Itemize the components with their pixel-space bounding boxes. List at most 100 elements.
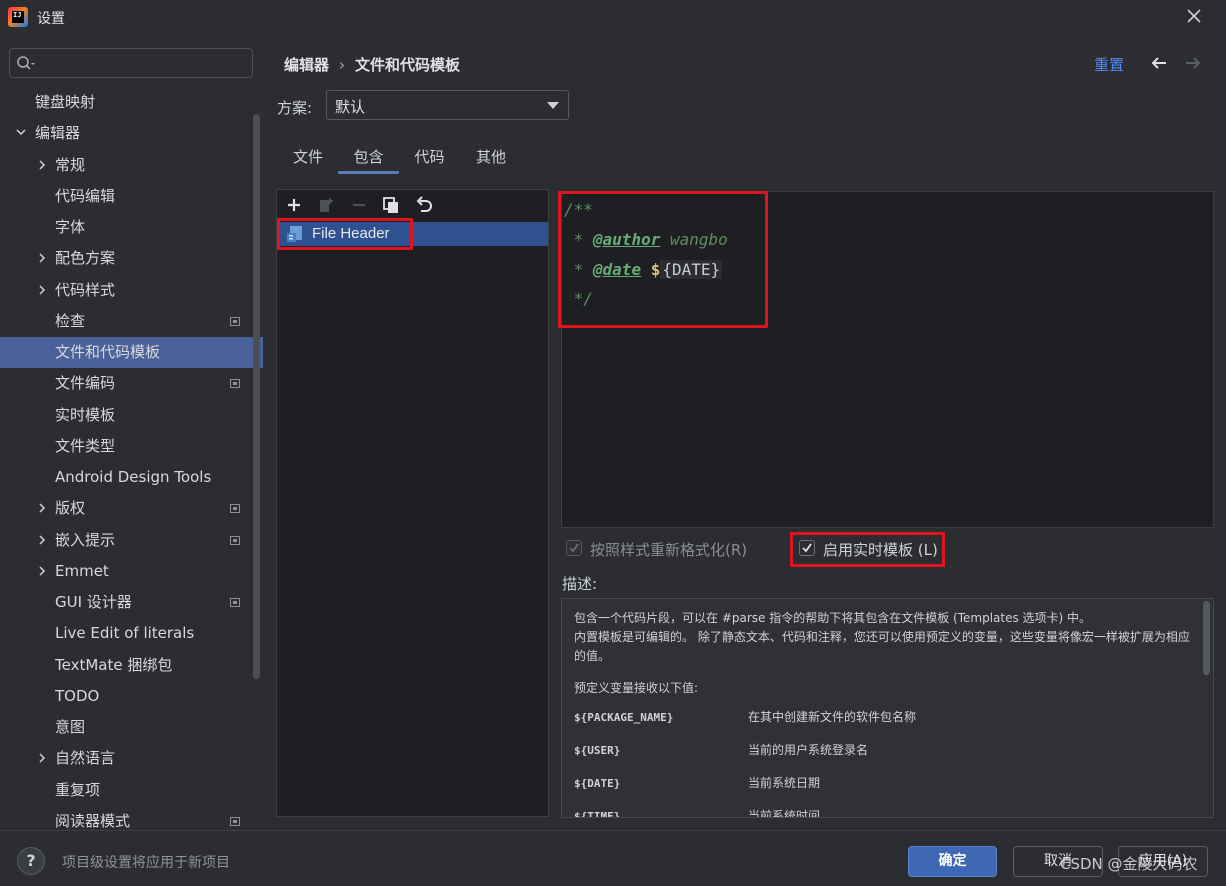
breadcrumb-separator: ›	[339, 56, 346, 74]
description-label: 描述:	[562, 575, 598, 593]
description-scrollbar[interactable]	[1203, 601, 1210, 675]
description-paragraph-3: 预定义变量接收以下值:	[574, 681, 699, 695]
checkmark-icon	[802, 543, 812, 553]
sidebar-item-file-code-templates[interactable]: 文件和代码模板	[0, 337, 263, 368]
scheme-label: 方案:	[277, 99, 313, 117]
variable-description: 在其中创建新文件的软件包名称	[748, 710, 917, 724]
ok-button[interactable]: 确定	[908, 846, 997, 877]
revert-icon[interactable]	[414, 195, 434, 215]
scheme-value: 默认	[335, 98, 366, 116]
sidebar-item-todo[interactable]: TODO	[0, 681, 250, 712]
reformat-checkbox	[566, 540, 582, 556]
sidebar-item-intentions[interactable]: 意图	[0, 712, 250, 743]
code-line-2: * @author wangbo	[564, 230, 728, 249]
copy-icon[interactable]	[381, 195, 401, 215]
scheme-dropdown[interactable]: 默认	[326, 90, 569, 120]
sidebar-item-live-edit-literals[interactable]: Live Edit of literals	[0, 618, 250, 649]
variable-name: ${USER}	[574, 744, 621, 757]
sidebar-item-general[interactable]: 常规	[0, 150, 250, 181]
variable-description: 当前的用户系统登录名	[748, 743, 869, 757]
sidebar-item-font[interactable]: 字体	[0, 212, 250, 243]
search-input[interactable]	[9, 48, 253, 78]
template-list-panel: File Header	[276, 189, 549, 817]
forward-arrow-icon[interactable]	[1183, 53, 1203, 73]
reformat-label: 按照样式重新格式化(R)	[590, 541, 748, 559]
breadcrumb-parent[interactable]: 编辑器	[284, 54, 329, 75]
tab-other[interactable]: 其他	[460, 142, 522, 174]
project-settings-icon	[230, 379, 240, 388]
breadcrumb-current: 文件和代码模板	[355, 56, 461, 74]
close-icon[interactable]	[1184, 6, 1204, 26]
sidebar-item-reader-mode[interactable]: 阅读器模式	[0, 806, 250, 830]
sidebar-item-inlay-hints[interactable]: 嵌入提示	[0, 525, 250, 556]
tab-includes[interactable]: 包含	[338, 142, 399, 174]
live-templates-label: 启用实时模板 (L)	[823, 541, 938, 559]
description-paragraph-1: 包含一个代码片段，可以在 #parse 指令的帮助下将其包含在文件模板 (Tem…	[574, 611, 1092, 625]
code-line-1: /**	[564, 200, 593, 219]
settings-sidebar: 键盘映射 编辑器 常规 代码编辑 字体 配色方案 代码样式 检查 文件和代码模板…	[0, 34, 263, 830]
variable-description: 当前系统日期	[748, 776, 821, 790]
sidebar-item-gui-designer[interactable]: GUI 设计器	[0, 587, 250, 618]
project-settings-icon	[230, 536, 240, 545]
sidebar-item-color-scheme[interactable]: 配色方案	[0, 243, 250, 274]
add-icon[interactable]	[284, 195, 304, 215]
project-settings-icon	[230, 317, 240, 326]
live-templates-option[interactable]: 启用实时模板 (L)	[799, 539, 949, 559]
description-paragraph-2: 内置模板是可编辑的。 除了静态文本、代码和注释，您还可以使用预定义的变量，这些变…	[574, 630, 1190, 663]
variable-name: ${TIME}	[574, 810, 621, 818]
list-item-file-header[interactable]: File Header	[277, 222, 548, 246]
chevron-right-icon[interactable]	[36, 150, 48, 181]
project-settings-icon	[230, 817, 240, 826]
variable-name: ${PACKAGE_NAME}	[574, 711, 674, 724]
chevron-right-icon[interactable]	[36, 243, 48, 274]
sidebar-item-code-style[interactable]: 代码样式	[0, 275, 250, 306]
chevron-right-icon[interactable]	[36, 525, 48, 556]
sidebar-item-duplicates[interactable]: 重复项	[0, 775, 250, 806]
reformat-option: 按照样式重新格式化(R)	[566, 539, 766, 559]
sidebar-item-keymap[interactable]: 键盘映射	[0, 87, 250, 118]
template-name: File Header	[312, 225, 390, 242]
checkmark-icon	[569, 543, 579, 553]
sidebar-item-android-design-tools[interactable]: Android Design Tools	[0, 462, 250, 493]
search-icon	[17, 56, 35, 70]
breadcrumb: 编辑器 › 文件和代码模板	[284, 54, 460, 75]
sidebar-item-editor[interactable]: 编辑器	[0, 118, 250, 149]
sidebar-item-file-types[interactable]: 文件类型	[0, 431, 250, 462]
back-arrow-icon[interactable]	[1149, 53, 1169, 73]
chevron-right-icon[interactable]	[36, 493, 48, 524]
chevron-right-icon[interactable]	[36, 556, 48, 587]
chevron-right-icon[interactable]	[36, 275, 48, 306]
remove-icon	[353, 203, 365, 207]
sidebar-item-copyright[interactable]: 版权	[0, 493, 250, 524]
live-templates-checkbox[interactable]	[799, 540, 815, 556]
settings-content: 编辑器 › 文件和代码模板 重置 方案: 默认 文件 包含 代码 其他 File…	[263, 34, 1226, 830]
project-settings-icon	[230, 504, 240, 513]
sidebar-item-inspections[interactable]: 检查	[0, 306, 250, 337]
variable-description: 当前系统时间	[748, 809, 821, 818]
add-child-icon	[320, 198, 333, 212]
description-panel[interactable]: 包含一个代码片段，可以在 #parse 指令的帮助下将其包含在文件模板 (Tem…	[561, 598, 1214, 818]
sidebar-scrollbar[interactable]	[253, 114, 260, 679]
sidebar-item-emmet[interactable]: Emmet	[0, 556, 250, 587]
dropdown-arrow-icon	[547, 102, 559, 109]
tab-files[interactable]: 文件	[280, 142, 336, 174]
sidebar-item-live-templates[interactable]: 实时模板	[0, 400, 250, 431]
intellij-logo-icon: IJ	[8, 7, 28, 27]
sidebar-item-file-encodings[interactable]: 文件编码	[0, 368, 250, 399]
dialog-footer: ? 项目级设置将应用于新项目 确定 取消 应用(A) CSDN @金陵大码农	[0, 830, 1226, 886]
help-button[interactable]: ?	[17, 847, 45, 875]
title-bar: IJ 设置	[0, 0, 1226, 34]
template-editor[interactable]: /** * @author wangbo * @date $ {DATE} */	[561, 191, 1214, 528]
variable-name: ${DATE}	[574, 777, 621, 790]
code-line-3: * @date $ {DATE}	[564, 260, 723, 279]
list-toolbar	[277, 190, 548, 220]
reset-link[interactable]: 重置	[1094, 54, 1124, 75]
footer-note: 项目级设置将应用于新项目	[62, 855, 230, 871]
file-template-icon	[287, 226, 302, 242]
chevron-right-icon[interactable]	[36, 743, 48, 774]
sidebar-item-textmate-bundles[interactable]: TextMate 捆绑包	[0, 650, 250, 681]
sidebar-item-natural-languages[interactable]: 自然语言	[0, 743, 250, 774]
tab-code[interactable]: 代码	[401, 142, 458, 174]
chevron-down-icon[interactable]	[15, 118, 27, 149]
sidebar-item-code-editing[interactable]: 代码编辑	[0, 181, 250, 212]
